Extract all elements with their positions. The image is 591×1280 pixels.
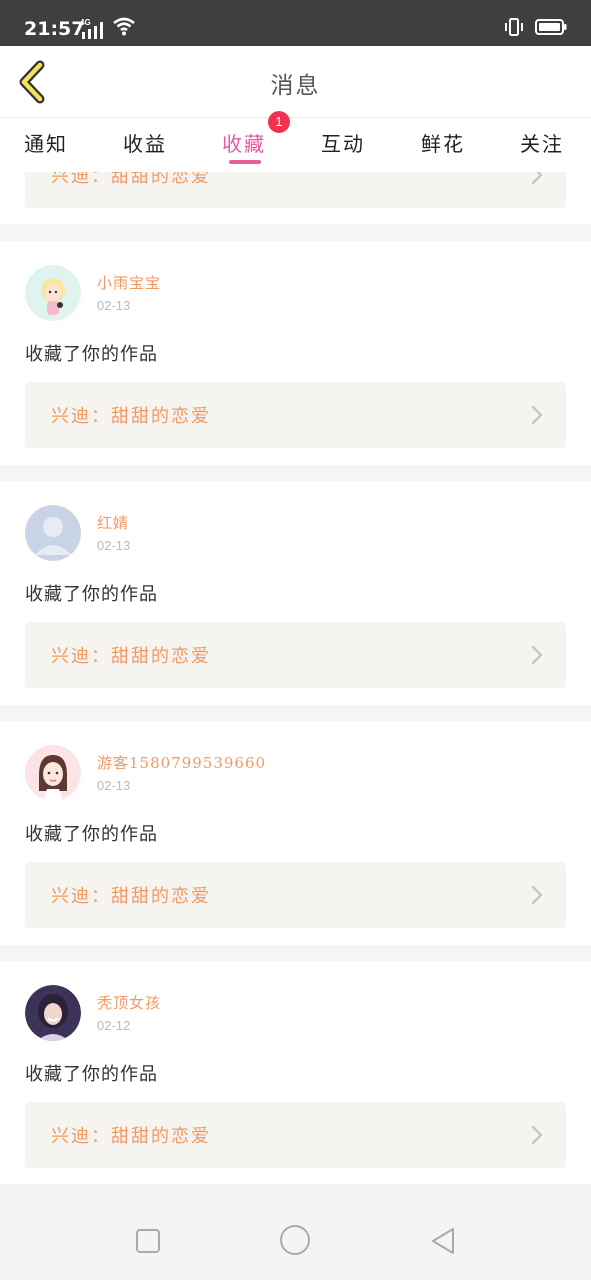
tab-bar: 通知 收益 收藏 互动 鲜花 关注 <box>0 118 591 172</box>
work-link[interactable]: 兴迪：甜甜的恋爱 <box>25 862 566 928</box>
work-title: 兴迪：甜甜的恋爱 <box>51 1126 211 1147</box>
tab-notifications[interactable]: 通知 <box>24 128 68 157</box>
list-item[interactable]: 游客1580799539660 02-13 收藏了你的作品 兴迪：甜甜的恋爱 <box>0 721 591 945</box>
status-time: 21:57 <box>24 18 85 40</box>
page-title: 消息 <box>270 73 321 99</box>
girl-illustration-avatar-icon <box>25 745 81 801</box>
status-bar: 21:57 4G <box>0 0 591 46</box>
action-text: 收藏了你的作品 <box>25 584 158 605</box>
status-left-icons: 4G <box>80 16 136 40</box>
back-triangle-icon[interactable] <box>429 1226 457 1256</box>
username[interactable]: 游客1580799539660 <box>97 752 266 773</box>
username[interactable]: 小雨宝宝 <box>97 272 161 293</box>
cellular-signal-icon: 4G <box>80 18 106 40</box>
message-list[interactable]: 兴迪：甜甜的恋爱 小雨宝宝 02-13 收藏了你的作品 兴迪：甜甜的恋爱 红婧 … <box>0 172 591 1184</box>
work-link[interactable]: 兴迪：甜甜的恋爱 <box>25 622 566 688</box>
list-item[interactable]: 小雨宝宝 02-13 收藏了你的作品 兴迪：甜甜的恋爱 <box>0 241 591 465</box>
action-text: 收藏了你的作品 <box>25 1064 158 1085</box>
chevron-right-icon <box>531 885 543 905</box>
favorites-count-badge: 1 <box>268 111 290 133</box>
home-circle-icon[interactable] <box>279 1224 311 1256</box>
recent-apps-square-icon[interactable] <box>135 1228 161 1254</box>
list-item[interactable]: 秃顶女孩 02-12 收藏了你的作品 兴迪：甜甜的恋爱 <box>0 961 591 1184</box>
battery-icon <box>535 18 567 40</box>
default-avatar-icon <box>25 505 81 561</box>
chevron-right-icon <box>531 172 543 185</box>
timestamp: 02-12 <box>97 1018 131 1033</box>
work-title: 兴迪：甜甜的恋爱 <box>51 886 211 907</box>
work-title: 兴迪：甜甜的恋爱 <box>51 406 211 427</box>
tab-interactions[interactable]: 互动 <box>321 128 365 157</box>
username[interactable]: 红婧 <box>97 512 129 533</box>
action-text: 收藏了你的作品 <box>25 824 158 845</box>
user-avatar[interactable] <box>25 745 81 801</box>
username[interactable]: 秃顶女孩 <box>97 992 161 1013</box>
user-avatar[interactable] <box>25 505 81 561</box>
vibrate-icon <box>503 17 525 41</box>
tab-favorites[interactable]: 收藏 <box>222 128 266 157</box>
photo-avatar-icon <box>25 985 81 1041</box>
chevron-right-icon <box>531 405 543 425</box>
tab-flowers[interactable]: 鲜花 <box>421 128 465 157</box>
timestamp: 02-13 <box>97 538 131 553</box>
action-text: 收藏了你的作品 <box>25 344 158 365</box>
work-title: 兴迪：甜甜的恋爱 <box>51 646 211 667</box>
wifi-icon <box>112 16 136 40</box>
chevron-right-icon <box>531 1125 543 1145</box>
user-avatar[interactable] <box>25 985 81 1041</box>
timestamp: 02-13 <box>97 298 131 313</box>
chevron-right-icon <box>531 645 543 665</box>
list-item[interactable]: 红婧 02-13 收藏了你的作品 兴迪：甜甜的恋爱 <box>0 481 591 705</box>
user-avatar[interactable] <box>25 265 81 321</box>
timestamp: 02-13 <box>97 778 131 793</box>
tab-following[interactable]: 关注 <box>520 128 564 157</box>
cartoon-avatar-icon <box>25 265 81 321</box>
system-navigation-bar <box>0 1184 591 1280</box>
active-tab-indicator <box>229 160 261 164</box>
header: 消息 <box>0 46 591 118</box>
tab-earnings[interactable]: 收益 <box>123 128 167 157</box>
work-link[interactable]: 兴迪：甜甜的恋爱 <box>25 1102 566 1168</box>
work-link[interactable]: 兴迪：甜甜的恋爱 <box>25 382 566 448</box>
work-title: 兴迪：甜甜的恋爱 <box>51 172 211 187</box>
work-link[interactable]: 兴迪：甜甜的恋爱 <box>25 172 566 208</box>
list-item: 兴迪：甜甜的恋爱 <box>0 172 591 224</box>
status-right-icons <box>503 17 567 41</box>
